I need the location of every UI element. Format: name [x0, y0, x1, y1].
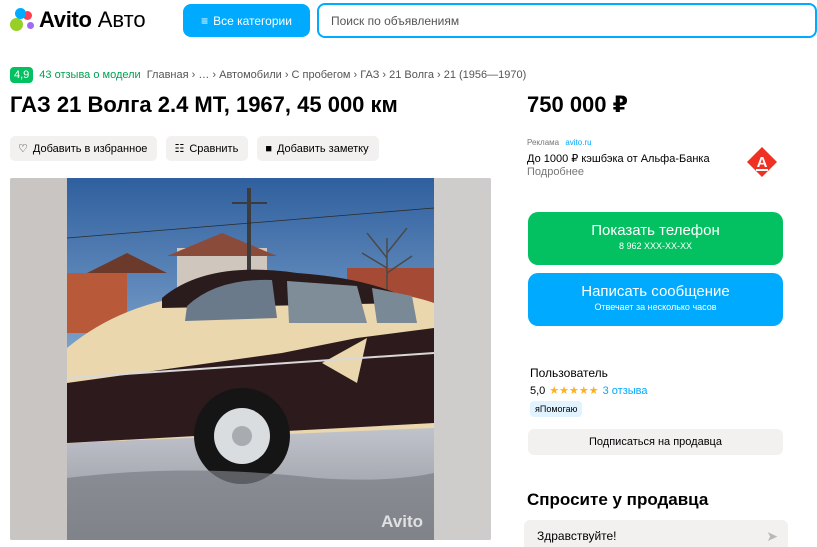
photo-blur-left: [10, 178, 67, 540]
note-icon: ■: [265, 142, 272, 155]
seller-info: Пользователь 5,0 ★★★★★ 3 отзыва яПомогаю: [530, 366, 785, 417]
compare-button[interactable]: ☷ Сравнить: [166, 136, 249, 161]
subscribe-seller-button[interactable]: Подписаться на продавца: [528, 429, 783, 455]
categories-search-icon: ≡: [201, 13, 209, 28]
all-categories-label: Все категории: [213, 13, 292, 28]
seller-rating-value: 5,0: [530, 384, 546, 397]
all-categories-button[interactable]: ≡ Все категории: [183, 4, 310, 37]
compare-label: Сравнить: [189, 142, 239, 155]
model-reviews-link[interactable]: 43 отзыва о модели: [39, 69, 140, 81]
star-rating-icon: ★★★★★: [549, 385, 599, 397]
listing-photo[interactable]: Avito: [10, 178, 491, 540]
add-to-favorites-button[interactable]: ♡ Добавить в избранное: [10, 136, 158, 161]
show-phone-button[interactable]: Показать телефон 8 962 XXX-XX-XX: [528, 212, 783, 265]
avito-watermark: Avito: [381, 512, 423, 531]
add-to-favorites-label: Добавить в избранное: [32, 142, 148, 155]
listing-title: ГАЗ 21 Волга 2.4 MT, 1967, 45 000 км: [10, 92, 398, 117]
breadcrumb-path[interactable]: Главная › … › Автомобили › С пробегом › …: [147, 69, 527, 81]
heart-icon: ♡: [18, 143, 28, 155]
breadcrumb: 4,9 43 отзыва о модели Главная › … › Авт…: [10, 67, 526, 83]
photo-blur-right: [434, 178, 491, 540]
avito-logo[interactable]: Avito Авто: [10, 6, 146, 34]
compare-icon: ☷: [174, 143, 185, 155]
ask-message-text: Здравствуйте!: [537, 529, 617, 543]
alfa-bank-icon: А: [747, 147, 777, 177]
logo-subtitle: Авто: [97, 7, 146, 32]
ad-source: avito.ru: [565, 138, 592, 147]
show-phone-label: Показать телефон: [591, 222, 720, 239]
listing-actions: ♡ Добавить в избранное ☷ Сравнить ■ Доба…: [10, 136, 379, 161]
header: Avito Авто ≡ Все категории Поиск по объя…: [0, 0, 817, 44]
subscribe-seller-label: Подписаться на продавца: [589, 436, 722, 448]
seller-rating: 5,0 ★★★★★ 3 отзыва: [530, 384, 785, 398]
svg-text:А: А: [757, 154, 768, 171]
search-placeholder: Поиск по объявлениям: [331, 13, 460, 28]
phone-number-masked: 8 962 XXX-XX-XX: [618, 241, 693, 251]
logo-text: Avito: [39, 7, 92, 32]
listing-price: 750 000 ₽: [527, 92, 628, 117]
ask-seller-message[interactable]: Здравствуйте! ➤: [524, 520, 788, 547]
add-note-button[interactable]: ■ Добавить заметку: [257, 136, 379, 161]
logo-dots-icon: [10, 8, 36, 32]
write-message-label: Написать сообщение: [581, 283, 730, 300]
help-badge[interactable]: яПомогаю: [530, 401, 583, 417]
seller-reviews-link[interactable]: 3 отзыва: [603, 385, 648, 397]
seller-name[interactable]: Пользователь: [530, 366, 785, 380]
search-input[interactable]: Поиск по объявлениям: [317, 3, 817, 38]
car-photo-image: [67, 178, 434, 540]
response-time-text: Отвечает за несколько часов: [594, 302, 717, 312]
write-message-button[interactable]: Написать сообщение Отвечает за несколько…: [528, 273, 783, 326]
model-rating-badge: 4,9: [10, 67, 34, 83]
add-note-label: Добавить заметку: [276, 142, 369, 155]
send-icon[interactable]: ➤: [766, 528, 778, 545]
ad-label-text: Реклама: [527, 138, 560, 147]
ask-seller-heading: Спросите у продавца: [527, 490, 709, 509]
